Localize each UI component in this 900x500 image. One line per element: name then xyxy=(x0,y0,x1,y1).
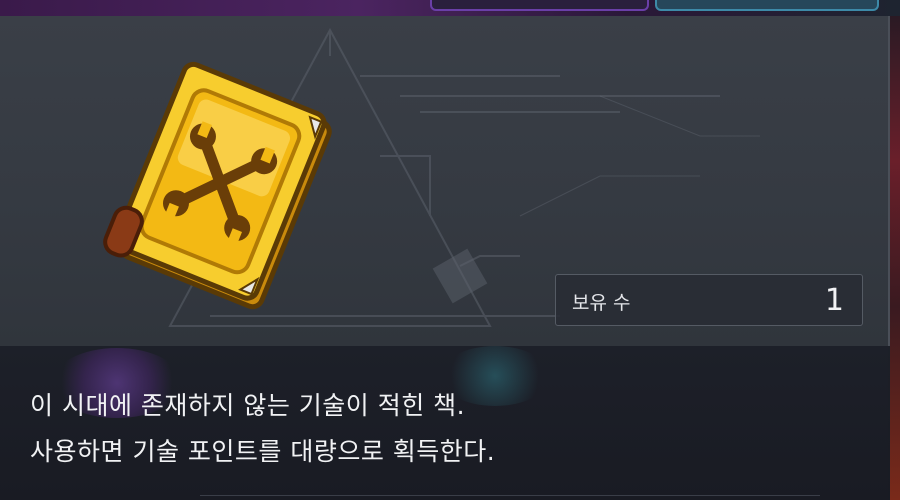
header-tab-right[interactable] xyxy=(655,0,879,11)
header-tab-left[interactable] xyxy=(430,0,649,11)
owned-count-label: 보유 수 xyxy=(572,292,631,314)
item-detail-screen: 보유 수 1 이 시대에 존재하지 않는 기술이 적힌 책. 사용하면 기술 포… xyxy=(0,0,900,500)
item-description-panel: 이 시대에 존재하지 않는 기술이 적힌 책. 사용하면 기술 포인트를 대량으… xyxy=(0,346,888,500)
right-edge-decor xyxy=(890,16,900,500)
item-display-panel: 보유 수 1 xyxy=(0,16,890,346)
top-header-strip xyxy=(0,0,900,16)
owned-count-value: 1 xyxy=(824,283,844,318)
description-line-2: 사용하면 기술 포인트를 대량으로 획득한다. xyxy=(30,437,496,466)
owned-count-box: 보유 수 1 xyxy=(555,274,863,326)
golden-tech-book-icon xyxy=(103,61,332,310)
description-line-1: 이 시대에 존재하지 않는 기술이 적힌 책. xyxy=(30,391,466,420)
description-divider xyxy=(200,495,820,496)
